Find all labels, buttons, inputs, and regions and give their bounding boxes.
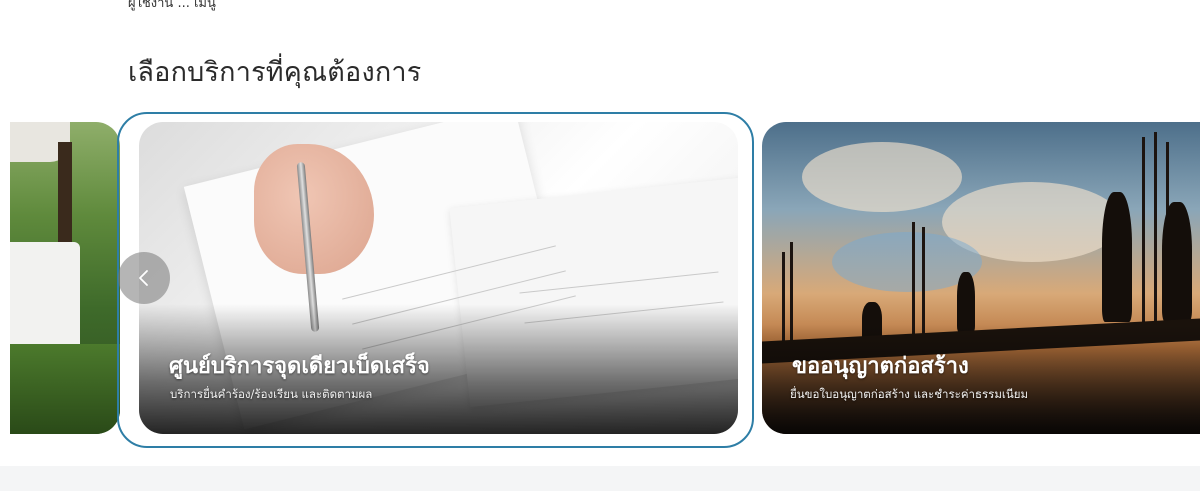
card-image-detail: [1162, 202, 1192, 322]
card-image-detail: [1154, 132, 1157, 337]
chevron-left-icon: [139, 270, 148, 286]
card-title: ขออนุญาตก่อสร้าง: [792, 354, 969, 379]
card-image-detail: [1102, 192, 1132, 322]
card-subtitle: ยื่นขอใบอนุญาตก่อสร้าง และชำระค่าธรรมเนี…: [790, 387, 1029, 401]
card-title: ศูนย์บริการจุดเดียวเบ็ดเสร็จ: [169, 354, 430, 379]
section-heading: เลือกบริการที่คุณต้องการ: [128, 57, 422, 88]
card-subtitle: บริการยื่นคำร้อง/ร้องเรียน และติดตามผล: [170, 387, 373, 401]
top-cropped-text: ผู้ใช้งาน ... เมนู: [128, 0, 216, 11]
card-image-detail: [10, 344, 120, 434]
card-image-detail: [802, 142, 962, 212]
carousel-prev-button[interactable]: [118, 252, 170, 304]
card-image-detail: [10, 242, 80, 352]
service-carousel: ศูนย์บริการจุดเดียวเบ็ดเสร็จ บริการยื่นค…: [0, 112, 1200, 452]
service-card-previous[interactable]: [10, 122, 120, 434]
footer-band: [0, 466, 1200, 491]
card-image-detail: [1142, 137, 1145, 337]
service-card-one-stop[interactable]: ศูนย์บริการจุดเดียวเบ็ดเสร็จ บริการยื่นค…: [139, 122, 738, 434]
service-card-building-permit[interactable]: ขออนุญาตก่อสร้าง ยื่นขอใบอนุญาตก่อสร้าง …: [762, 122, 1200, 434]
card-image-detail: [957, 272, 975, 332]
